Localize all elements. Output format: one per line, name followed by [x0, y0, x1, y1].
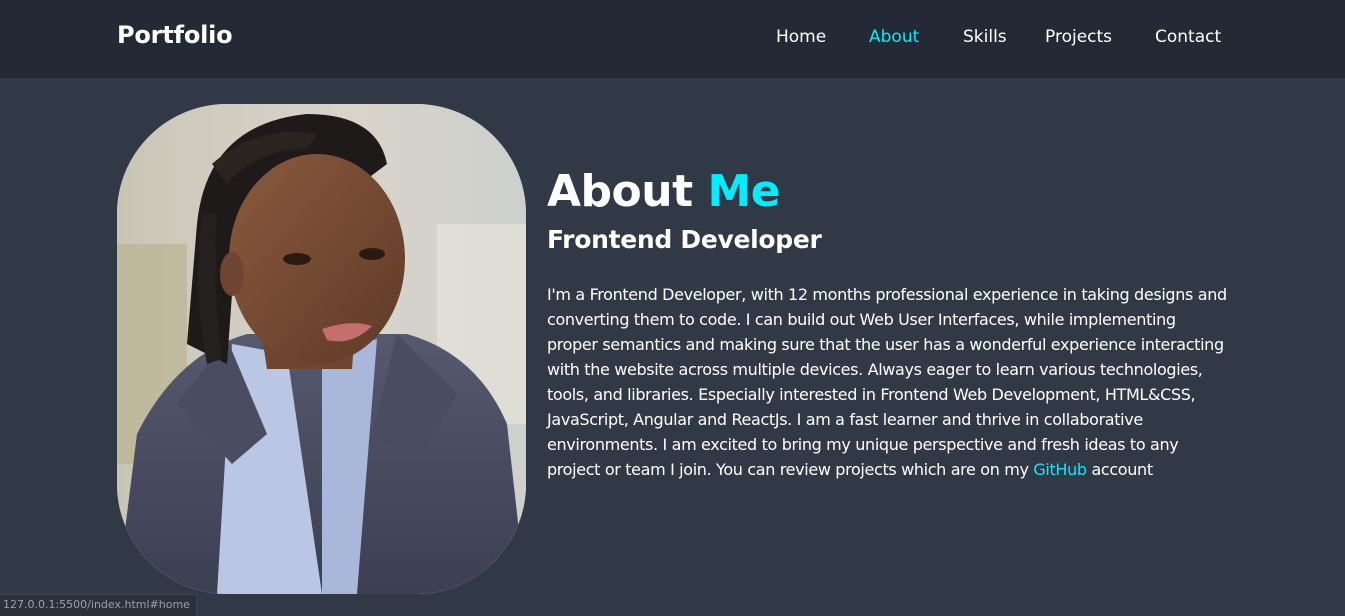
nav-link-home[interactable]: Home	[776, 27, 826, 47]
about-heading-accent: Me	[707, 166, 781, 217]
bio-text: I'm a Frontend Developer, with 12 months…	[547, 285, 1227, 479]
nav-link-about[interactable]: About	[869, 27, 919, 47]
nav-link-projects[interactable]: Projects	[1045, 27, 1112, 47]
nav-link-contact[interactable]: Contact	[1155, 27, 1221, 47]
about-heading: About Me	[547, 166, 781, 217]
main-nav: Home About Skills Projects Contact	[0, 27, 1345, 53]
role-subheading: Frontend Developer	[547, 225, 822, 254]
bio-paragraph: I'm a Frontend Developer, with 12 months…	[547, 282, 1227, 482]
about-heading-main: About	[547, 166, 693, 217]
github-link[interactable]: GitHub	[1033, 460, 1087, 479]
bio-end-text: account	[1091, 460, 1153, 479]
nav-link-skills[interactable]: Skills	[963, 27, 1007, 47]
profile-photo	[117, 104, 526, 594]
site-header: Portfolio Home About Skills Projects Con…	[0, 0, 1345, 78]
status-bar-url: 127.0.0.1:5500/index.html#home	[0, 594, 197, 616]
